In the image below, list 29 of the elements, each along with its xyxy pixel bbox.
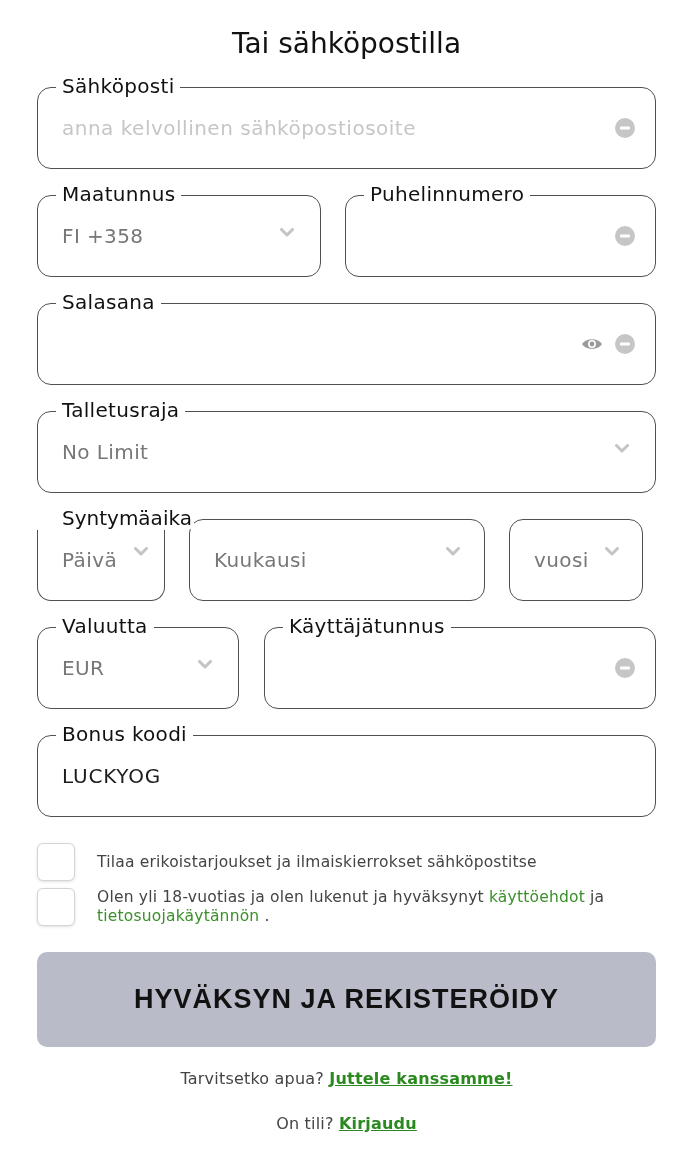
field-label: Talletusraja: [56, 399, 186, 421]
footer-text: On tili? Kirjaudu: [276, 1114, 417, 1134]
dropdown-field[interactable]: Päivä: [37, 530, 165, 601]
consent-link[interactable]: käyttöehdot: [488, 888, 585, 906]
dropdown-field[interactable]: Kuukausi: [189, 519, 485, 601]
chevron-down-icon: [134, 546, 148, 556]
chevron-down-icon: [198, 659, 212, 669]
clear-icon[interactable]: [615, 334, 635, 354]
form-title: Tai sähköpostilla: [230, 26, 463, 62]
footer-link[interactable]: Kirjaudu: [338, 1114, 417, 1133]
chevron-down-icon: [446, 546, 460, 556]
footer-link[interactable]: Juttele kanssamme!: [329, 1069, 513, 1088]
clear-icon[interactable]: [615, 658, 635, 678]
clear-icon[interactable]: [615, 118, 635, 138]
eye-icon[interactable]: [581, 337, 603, 351]
field-label: Käyttäjätunnus: [283, 615, 451, 637]
chevron-down-icon: [280, 227, 294, 237]
consent-link[interactable]: tietosuojakäytännön: [97, 907, 260, 925]
checkbox[interactable]: [37, 843, 75, 881]
register-button[interactable]: HYVÄKSYN JA REKISTERÖIDY: [37, 952, 656, 1047]
checkbox[interactable]: [37, 888, 75, 926]
consent-text: Tilaa erikoistarjoukset ja ilmaiskierrokset sähköpostitse: [97, 852, 538, 872]
chevron-down-icon: [604, 546, 619, 556]
clear-icon[interactable]: [615, 226, 635, 246]
field-label: Sähköposti: [56, 75, 181, 97]
consent-text: Olen yli 18-vuotias ja olen lukenut ja hyväksynyt käyttöehdot ja tietosuojakäytännön .: [97, 888, 606, 926]
dropdown-field[interactable]: vuosi: [509, 519, 643, 601]
chevron-down-icon: [615, 443, 629, 453]
footer-text: Tarvitsetko apua? Juttele kanssamme!: [180, 1069, 513, 1089]
